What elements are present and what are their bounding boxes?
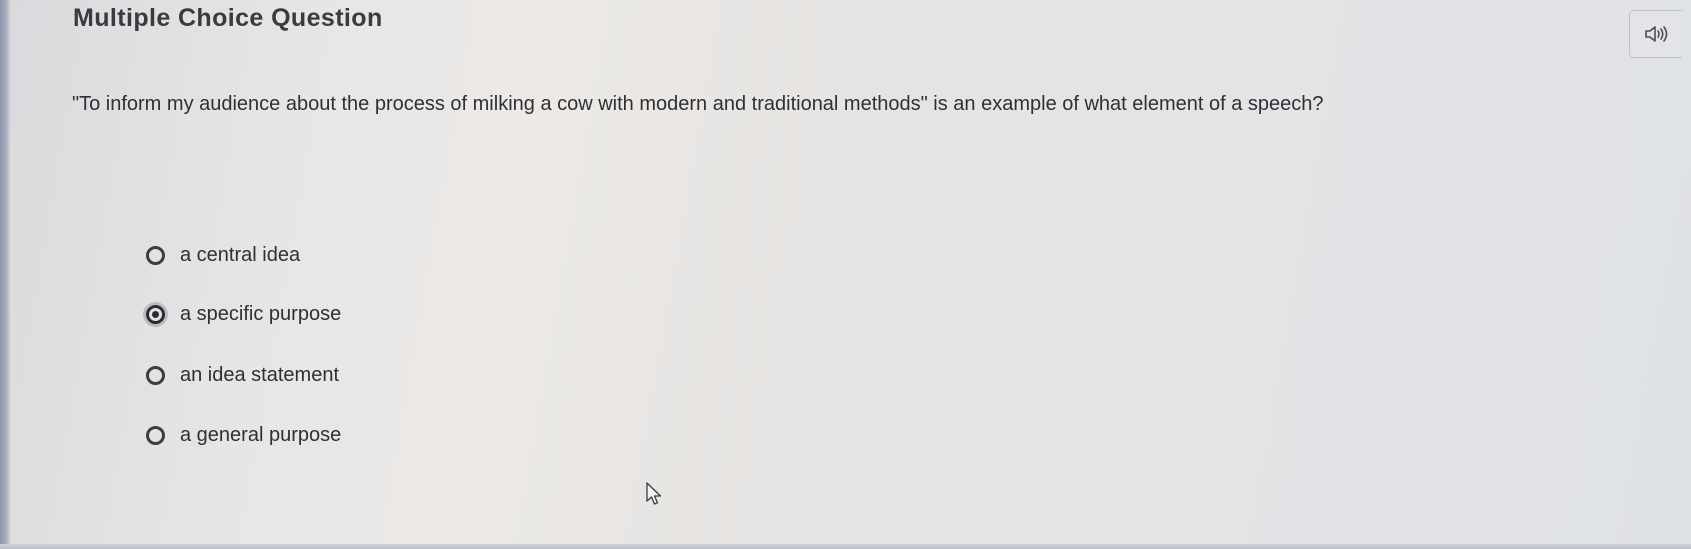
option-idea-statement[interactable]: an idea statement — [146, 361, 339, 389]
radio-button[interactable] — [146, 365, 165, 385]
radio-button[interactable] — [146, 425, 165, 445]
window-left-edge — [0, 0, 10, 549]
option-label: a specific purpose — [180, 302, 342, 325]
question-text: "To inform my audience about the process… — [72, 93, 1324, 115]
radio-button-selected[interactable] — [146, 304, 165, 324]
page-title: Multiple Choice Question — [73, 4, 383, 32]
option-label: a general purpose — [180, 423, 342, 446]
option-specific-purpose[interactable]: a specific purpose — [146, 300, 341, 328]
window-bottom-edge — [0, 544, 1691, 549]
option-label: an idea statement — [180, 363, 339, 386]
option-label: a central idea — [180, 243, 301, 266]
option-central-idea[interactable]: a central idea — [146, 241, 300, 269]
radio-button[interactable] — [146, 245, 165, 265]
speaker-icon — [1645, 26, 1668, 42]
mouse-pointer-icon — [646, 482, 662, 505]
option-general-purpose[interactable]: a general purpose — [146, 421, 341, 449]
read-aloud-button[interactable] — [1629, 10, 1682, 58]
